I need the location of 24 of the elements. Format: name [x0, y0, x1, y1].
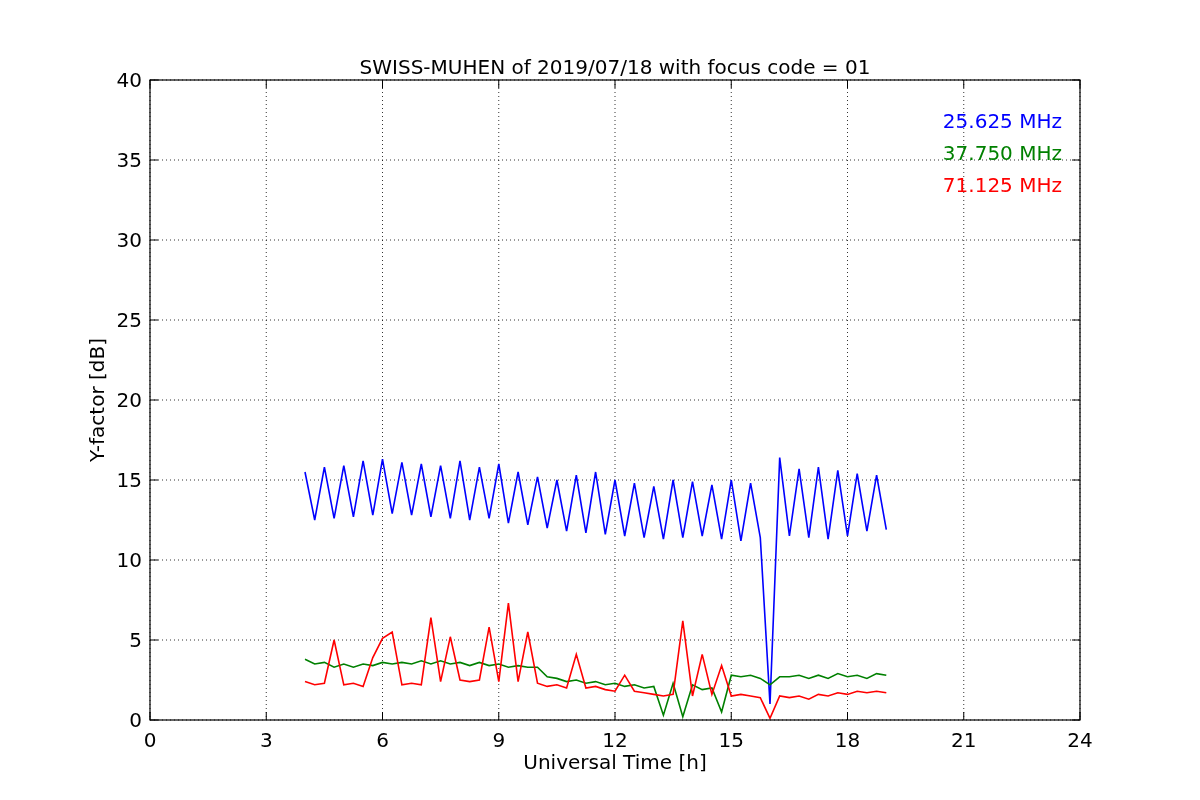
legend-label: 71.125 MHz: [942, 173, 1062, 197]
tick-label: 10: [116, 548, 142, 572]
tick-label: 12: [602, 728, 628, 752]
tick-label: 24: [1067, 728, 1093, 752]
tick-label: 25: [116, 308, 142, 332]
legend-label: 37.750 MHz: [942, 141, 1062, 165]
tick-label: 0: [143, 728, 157, 752]
tick-label: 6: [376, 728, 389, 752]
tick-label: 35: [116, 148, 142, 172]
legend-label: 25.625 MHz: [942, 109, 1062, 133]
tick-label: 9: [492, 728, 506, 752]
tick-label: 3: [259, 728, 273, 752]
tick-label: 21: [951, 728, 977, 752]
tick-label: 15: [116, 468, 142, 492]
tick-label: 30: [116, 228, 142, 252]
chart-title: SWISS-MUHEN of 2019/07/18 with focus code = 01: [359, 55, 871, 79]
tick-label: 5: [129, 628, 142, 652]
tick-label: 15: [718, 728, 744, 752]
tick-label: 0: [129, 708, 142, 732]
axis-title: Y-factor [dB]: [85, 338, 109, 462]
axis-title: Universal Time [h]: [523, 750, 707, 774]
tick-label: 20: [116, 388, 142, 412]
tick-label: 40: [116, 68, 142, 92]
tick-label: 18: [834, 728, 861, 752]
